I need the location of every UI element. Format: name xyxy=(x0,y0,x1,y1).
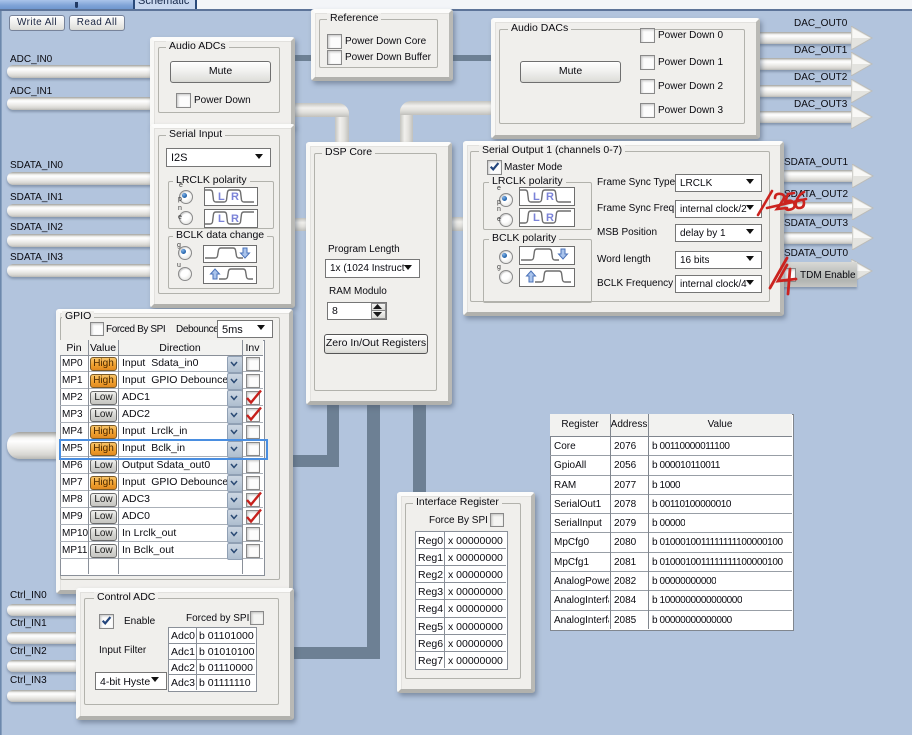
svg-text:R: R xyxy=(546,191,554,203)
svg-text:L: L xyxy=(533,212,540,224)
svg-text:L: L xyxy=(218,191,225,203)
svg-text:R: R xyxy=(231,213,239,225)
svg-text:L: L xyxy=(218,213,225,225)
svg-text:R: R xyxy=(546,212,554,224)
svg-text:R: R xyxy=(231,191,239,203)
svg-text:L: L xyxy=(533,191,540,203)
